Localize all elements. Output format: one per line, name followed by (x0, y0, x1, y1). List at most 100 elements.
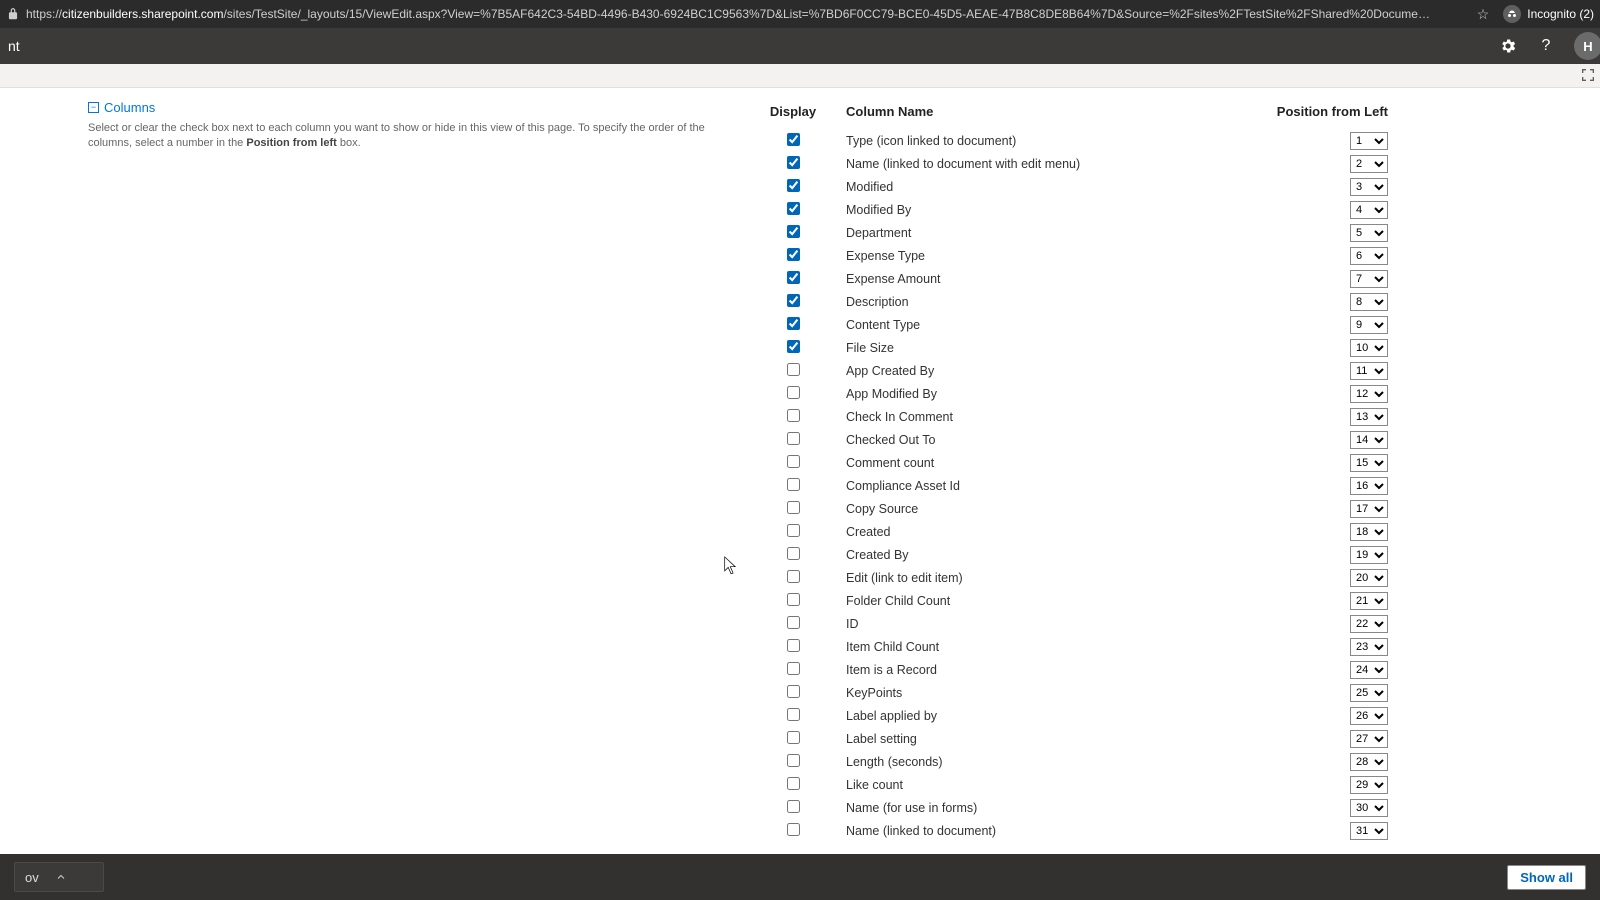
display-checkbox[interactable] (787, 570, 800, 583)
position-select[interactable]: 1234567891011121314151617181920212223242… (1350, 224, 1388, 242)
position-select[interactable]: 1234567891011121314151617181920212223242… (1350, 546, 1388, 564)
position-select[interactable]: 1234567891011121314151617181920212223242… (1350, 385, 1388, 403)
position-select[interactable]: 1234567891011121314151617181920212223242… (1350, 500, 1388, 518)
chevron-up-icon[interactable] (49, 862, 73, 892)
display-checkbox[interactable] (787, 547, 800, 560)
position-select[interactable]: 1234567891011121314151617181920212223242… (1350, 822, 1388, 840)
position-select[interactable]: 1234567891011121314151617181920212223242… (1350, 247, 1388, 265)
section-desc-bold: Position from left (246, 137, 336, 149)
position-select[interactable]: 1234567891011121314151617181920212223242… (1350, 707, 1388, 725)
display-cell (748, 405, 838, 428)
position-select[interactable]: 1234567891011121314151617181920212223242… (1350, 569, 1388, 587)
position-cell: 1234567891011121314151617181920212223242… (1218, 290, 1388, 313)
position-select[interactable]: 1234567891011121314151617181920212223242… (1350, 270, 1388, 288)
display-checkbox[interactable] (787, 777, 800, 790)
url-text[interactable]: https://citizenbuilders.sharepoint.com/s… (26, 7, 1469, 21)
position-select[interactable]: 1234567891011121314151617181920212223242… (1350, 661, 1388, 679)
column-name-cell: Created By (838, 543, 1218, 566)
display-checkbox[interactable] (787, 455, 800, 468)
display-checkbox[interactable] (787, 593, 800, 606)
position-select[interactable]: 1234567891011121314151617181920212223242… (1350, 753, 1388, 771)
position-select[interactable]: 1234567891011121314151617181920212223242… (1350, 454, 1388, 472)
position-select[interactable]: 1234567891011121314151617181920212223242… (1350, 730, 1388, 748)
position-select[interactable]: 1234567891011121314151617181920212223242… (1350, 615, 1388, 633)
display-checkbox[interactable] (787, 501, 800, 514)
display-checkbox[interactable] (787, 616, 800, 629)
position-select[interactable]: 1234567891011121314151617181920212223242… (1350, 201, 1388, 219)
display-checkbox[interactable] (787, 662, 800, 675)
position-select[interactable]: 1234567891011121314151617181920212223242… (1350, 684, 1388, 702)
display-checkbox[interactable] (787, 156, 800, 169)
display-checkbox[interactable] (787, 317, 800, 330)
column-name-cell: Expense Amount (838, 267, 1218, 290)
bookmark-star-icon[interactable]: ☆ (1477, 6, 1490, 23)
position-select[interactable]: 1234567891011121314151617181920212223242… (1350, 293, 1388, 311)
position-select[interactable]: 1234567891011121314151617181920212223242… (1350, 155, 1388, 173)
incognito-icon (1503, 5, 1521, 23)
position-select[interactable]: 1234567891011121314151617181920212223242… (1350, 178, 1388, 196)
download-item[interactable]: ov (14, 862, 104, 892)
user-avatar[interactable]: H (1574, 32, 1600, 60)
position-select[interactable]: 1234567891011121314151617181920212223242… (1350, 316, 1388, 334)
display-checkbox[interactable] (787, 639, 800, 652)
table-row: Type (icon linked to document)1234567891… (748, 129, 1388, 152)
download-shelf: ov Show all (0, 854, 1600, 900)
position-select[interactable]: 1234567891011121314151617181920212223242… (1350, 132, 1388, 150)
display-checkbox[interactable] (787, 823, 800, 836)
position-select[interactable]: 1234567891011121314151617181920212223242… (1350, 638, 1388, 656)
display-checkbox[interactable] (787, 708, 800, 721)
display-checkbox[interactable] (787, 363, 800, 376)
position-select[interactable]: 1234567891011121314151617181920212223242… (1350, 776, 1388, 794)
display-checkbox[interactable] (787, 524, 800, 537)
display-checkbox[interactable] (787, 271, 800, 284)
display-cell (748, 750, 838, 773)
settings-gear-icon[interactable] (1498, 36, 1518, 56)
display-checkbox[interactable] (787, 133, 800, 146)
position-cell: 1234567891011121314151617181920212223242… (1218, 267, 1388, 290)
header-display: Display (748, 100, 838, 129)
display-checkbox[interactable] (787, 478, 800, 491)
display-checkbox[interactable] (787, 179, 800, 192)
display-checkbox[interactable] (787, 800, 800, 813)
position-select[interactable]: 1234567891011121314151617181920212223242… (1350, 431, 1388, 449)
position-select[interactable]: 1234567891011121314151617181920212223242… (1350, 477, 1388, 495)
position-select[interactable]: 1234567891011121314151617181920212223242… (1350, 523, 1388, 541)
help-icon[interactable]: ? (1536, 36, 1556, 56)
display-checkbox[interactable] (787, 432, 800, 445)
display-checkbox[interactable] (787, 685, 800, 698)
incognito-indicator[interactable]: Incognito (2) (1503, 5, 1594, 23)
display-checkbox[interactable] (787, 409, 800, 422)
position-cell: 1234567891011121314151617181920212223242… (1218, 198, 1388, 221)
focus-content-icon[interactable] (1580, 67, 1596, 83)
column-name-cell: Item is a Record (838, 658, 1218, 681)
position-cell: 1234567891011121314151617181920212223242… (1218, 451, 1388, 474)
position-cell: 1234567891011121314151617181920212223242… (1218, 635, 1388, 658)
display-checkbox[interactable] (787, 225, 800, 238)
display-checkbox[interactable] (787, 202, 800, 215)
column-name-cell: Item Child Count (838, 635, 1218, 658)
position-select[interactable]: 1234567891011121314151617181920212223242… (1350, 799, 1388, 817)
display-checkbox[interactable] (787, 386, 800, 399)
display-checkbox[interactable] (787, 340, 800, 353)
table-row: Created123456789101112131415161718192021… (748, 520, 1388, 543)
position-select[interactable]: 1234567891011121314151617181920212223242… (1350, 592, 1388, 610)
table-row: Modified By12345678910111213141516171819… (748, 198, 1388, 221)
position-select[interactable]: 1234567891011121314151617181920212223242… (1350, 408, 1388, 426)
collapse-section-icon[interactable]: − (88, 102, 99, 113)
show-all-button[interactable]: Show all (1507, 865, 1586, 890)
display-cell (748, 428, 838, 451)
column-name-cell: Like count (838, 773, 1218, 796)
position-select[interactable]: 1234567891011121314151617181920212223242… (1350, 339, 1388, 357)
display-cell (748, 336, 838, 359)
table-row: Label applied by123456789101112131415161… (748, 704, 1388, 727)
display-checkbox[interactable] (787, 248, 800, 261)
section-title[interactable]: Columns (104, 100, 155, 115)
display-cell (748, 451, 838, 474)
display-checkbox[interactable] (787, 731, 800, 744)
position-select[interactable]: 1234567891011121314151617181920212223242… (1350, 362, 1388, 380)
display-checkbox[interactable] (787, 294, 800, 307)
display-checkbox[interactable] (787, 754, 800, 767)
position-cell: 1234567891011121314151617181920212223242… (1218, 612, 1388, 635)
column-name-cell: Label setting (838, 727, 1218, 750)
column-name-cell: Modified (838, 175, 1218, 198)
